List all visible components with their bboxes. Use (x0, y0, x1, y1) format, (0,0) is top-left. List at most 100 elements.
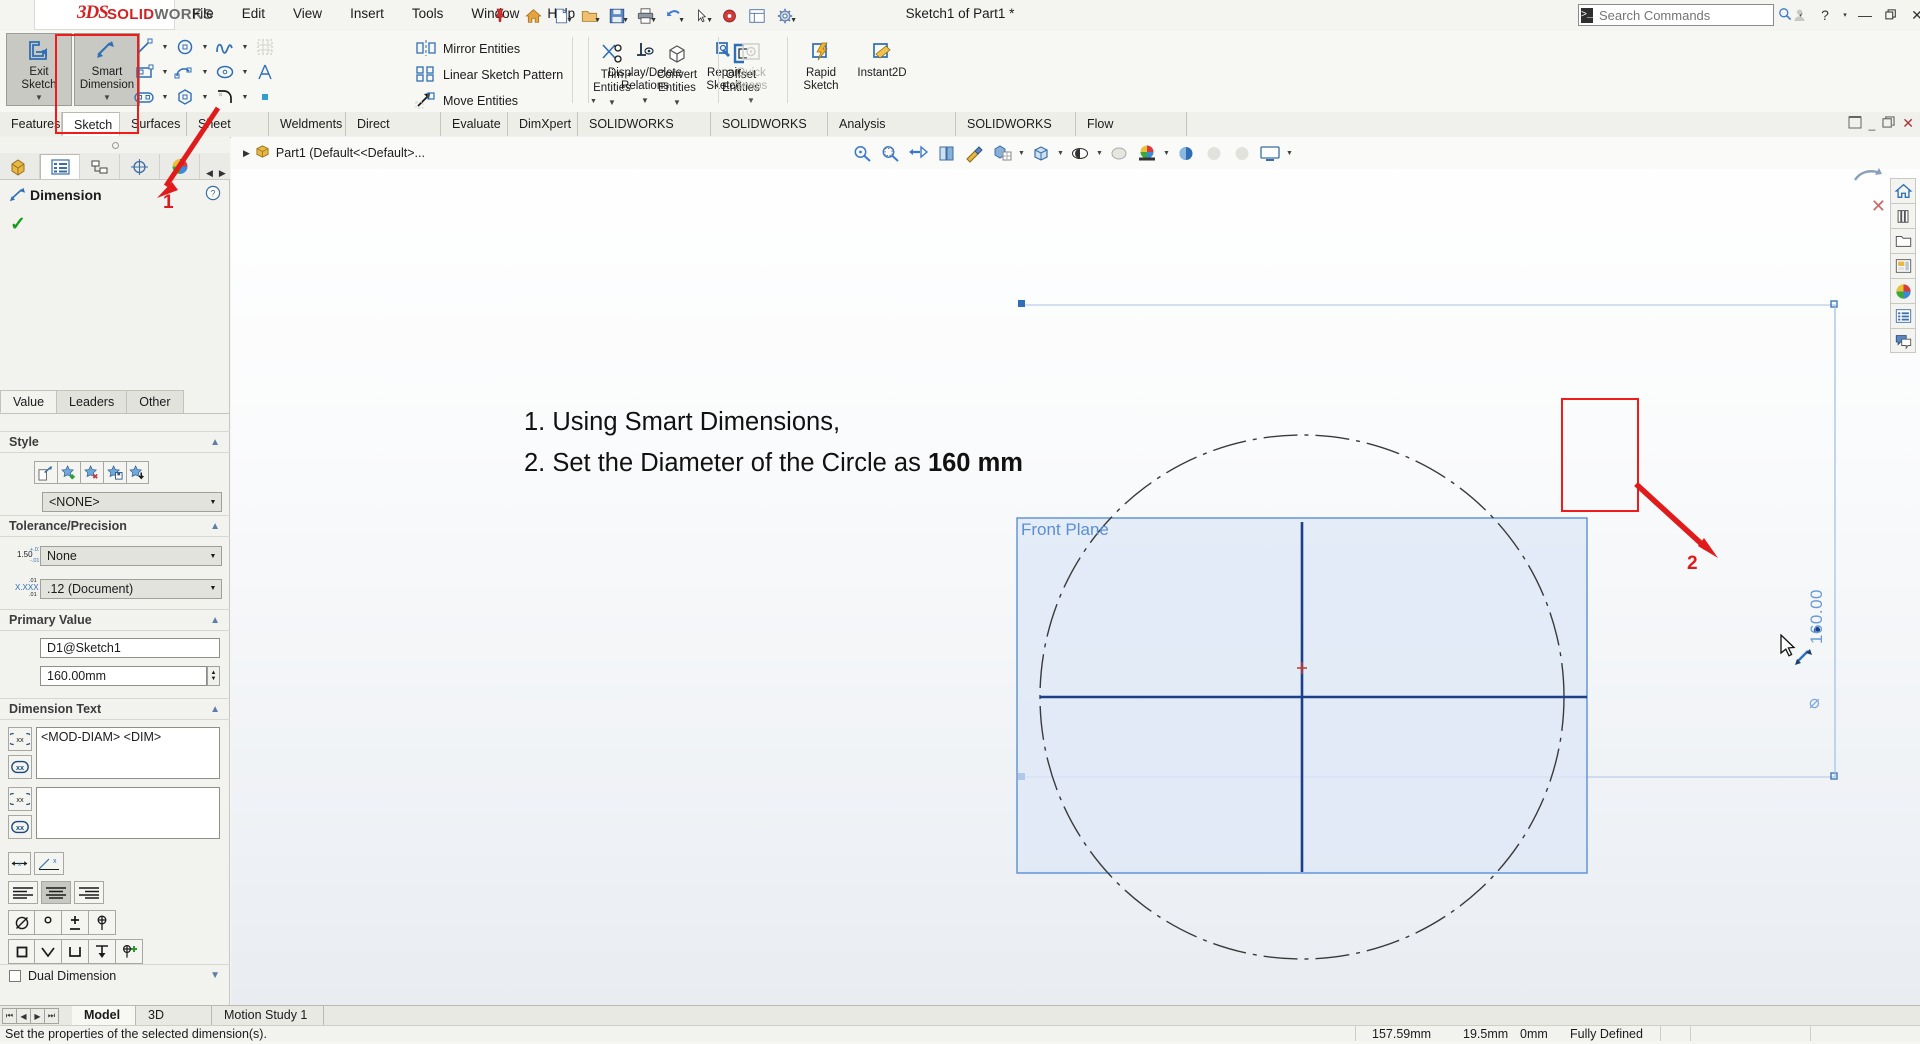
counterbore-symbol-icon[interactable] (62, 939, 89, 964)
diameter-symbol-icon[interactable] (8, 910, 35, 935)
align-right-icon[interactable] (74, 881, 104, 904)
help-icon[interactable]: ? (205, 185, 221, 201)
section-header-tolerance[interactable]: Tolerance/Precision ▲ (0, 515, 230, 537)
graphics-area[interactable]: ▶ Part1 (Default<<Default>... ▼ ▼ ▼ ▼ ▼ … (231, 137, 1920, 1005)
accept-button[interactable]: ✓ (10, 213, 26, 236)
stepper-down-icon[interactable]: ▼ (211, 676, 217, 682)
tab-value[interactable]: Value (0, 390, 58, 413)
chevron-down-icon[interactable]: ▼ (160, 94, 170, 101)
view-palette-icon[interactable] (1890, 253, 1916, 278)
tolerance-type-select[interactable]: None ▼ (40, 546, 222, 566)
bottom-tab-model[interactable]: Model (72, 1006, 136, 1025)
file-explorer-icon[interactable] (1890, 228, 1916, 253)
panel-tab-strip[interactable]: ◀ ▶ (0, 153, 230, 180)
chevron-down-icon[interactable]: ▼ (205, 579, 221, 598)
grid-tool-icon[interactable] (250, 35, 280, 59)
next-tab-button[interactable]: ▶ (30, 1008, 45, 1024)
custom-properties-icon[interactable] (1890, 303, 1916, 328)
apply-style-icon[interactable] (34, 461, 57, 484)
command-manager-tabs[interactable]: Features Sketch Surfaces Sheet Metal Wel… (0, 112, 1920, 155)
text-tool-icon[interactable] (250, 60, 280, 84)
help-button[interactable]: ? (1812, 4, 1838, 26)
tab-feature-tree[interactable] (0, 154, 40, 179)
chevron-up-icon[interactable]: ▲ (210, 437, 220, 448)
instant2d-button[interactable]: Instant2D (849, 35, 915, 92)
restore-doc-icon[interactable] (1848, 115, 1862, 132)
prev-tab-button[interactable]: ◀ (16, 1008, 31, 1024)
style-button-group[interactable] (34, 461, 230, 484)
maximize-doc-icon[interactable] (1882, 116, 1895, 131)
home-panel-icon[interactable] (1890, 178, 1916, 203)
tab-configuration-manager[interactable] (80, 154, 120, 179)
offset-text-icon[interactable]: x (8, 852, 31, 875)
precision-select[interactable]: .12 (Document) ▼ (40, 578, 222, 599)
circle-tool-icon[interactable] (170, 35, 200, 59)
tab-property-manager[interactable] (40, 154, 80, 179)
collaborate-icon[interactable] (1890, 328, 1916, 353)
style-select[interactable]: <NONE> ▼ (42, 492, 222, 512)
polygon-tool-icon[interactable] (170, 85, 200, 109)
display-delete-relations-button[interactable]: Display/Delete Relations ▼ (595, 35, 695, 108)
tab-features[interactable]: Features (0, 112, 62, 136)
chevron-down-icon[interactable]: ▼ (210, 970, 220, 981)
tab-sheet-metal[interactable]: Sheet Metal (187, 112, 269, 155)
minimize-button[interactable]: — (1852, 4, 1878, 26)
bottom-tab-bar[interactable]: ⏮ ◀ ▶ ⏭ Model 3D Views Motion Study 1 (0, 1005, 1920, 1041)
rapid-sketch-button[interactable]: Rapid Sketch (793, 35, 849, 92)
dimension-value-stepper[interactable]: ▲ ▼ (207, 666, 220, 686)
tab-dimxpert[interactable]: DimXpert (508, 112, 578, 136)
tab-flow-simulation[interactable]: Flow Simulation (1076, 112, 1187, 155)
chevron-down-icon[interactable]: ▼ (747, 95, 755, 108)
arc-tool-icon[interactable] (170, 60, 200, 84)
prev-tab-icon[interactable]: ◀ (204, 168, 215, 179)
save-style-icon[interactable] (103, 461, 126, 484)
dimension-name-input[interactable]: D1@Sketch1 (40, 638, 220, 658)
chevron-down-icon[interactable]: ▼ (35, 92, 43, 105)
tab-leaders[interactable]: Leaders (56, 390, 128, 413)
document-window-controls[interactable]: _ ✕ (1848, 115, 1914, 132)
symbol-row-2[interactable] (8, 939, 230, 964)
add-symbol-icon[interactable]: xx (8, 727, 32, 751)
chevron-down-icon[interactable]: ▼ (200, 94, 210, 101)
degree-symbol-icon[interactable] (35, 910, 62, 935)
fillet-tool-icon[interactable] (210, 85, 240, 109)
tab-solidworks-cam[interactable]: SOLIDWORKS CAM (956, 112, 1076, 155)
chevron-down-icon[interactable]: ▼ (160, 69, 170, 76)
minimize-doc-icon[interactable]: _ (1869, 117, 1876, 131)
user-account-icon[interactable] (1786, 4, 1812, 26)
close-doc-icon[interactable]: ✕ (1902, 115, 1914, 132)
spline-tool-icon[interactable] (210, 35, 240, 59)
quick-snaps-button[interactable]: Quick Snaps ▼ (723, 35, 779, 108)
plus-minus-symbol-icon[interactable] (62, 910, 89, 935)
dual-dimension-row[interactable]: Dual Dimension ▼ (0, 964, 230, 986)
chevron-down-icon[interactable]: ▼ (240, 69, 250, 76)
more-symbol-icon[interactable] (116, 939, 143, 964)
add-symbol-icon[interactable]: xx (8, 787, 32, 811)
tab-weldments[interactable]: Weldments (269, 112, 346, 136)
dimension-text-input-2[interactable] (36, 787, 220, 839)
chevron-symbol-icon[interactable] (35, 939, 62, 964)
dual-dimension-checkbox[interactable] (9, 969, 21, 982)
point-tool-icon[interactable] (250, 85, 280, 109)
tab-appearances-manager[interactable] (160, 154, 200, 179)
tab-other[interactable]: Other (126, 390, 184, 413)
dimension-text-input-1[interactable]: <MOD-DIAM> <DIM> (36, 727, 220, 779)
delete-style-icon[interactable] (80, 461, 103, 484)
symbol-row-1[interactable] (8, 910, 230, 935)
tab-solidworks-mbd[interactable]: SOLIDWORKS MBD (711, 112, 828, 155)
tab-dimxpert-manager[interactable] (120, 154, 160, 179)
align-center-icon[interactable] (41, 881, 71, 904)
chevron-down-icon[interactable]: ▼ (240, 94, 250, 101)
tab-solidworks-addins[interactable]: SOLIDWORKS Add-Ins (578, 112, 711, 155)
bottom-tab-3d-views[interactable]: 3D Views (136, 1006, 212, 1041)
text-align-row[interactable] (8, 881, 230, 904)
tab-evaluate[interactable]: Evaluate (441, 112, 508, 136)
panel-tab-nav[interactable]: ◀ ▶ (204, 168, 228, 179)
panel-splitter[interactable] (0, 137, 230, 153)
more-symbols-icon[interactable]: xx (8, 755, 32, 779)
task-pane-sidebar[interactable]: ✕ (1853, 168, 1916, 353)
chevron-down-icon[interactable]: ▼ (200, 69, 210, 76)
window-controls[interactable]: ? ▾ — ✕ (1786, 4, 1920, 26)
restore-button[interactable] (1878, 4, 1904, 26)
chevron-down-icon[interactable]: ▼ (160, 44, 170, 51)
